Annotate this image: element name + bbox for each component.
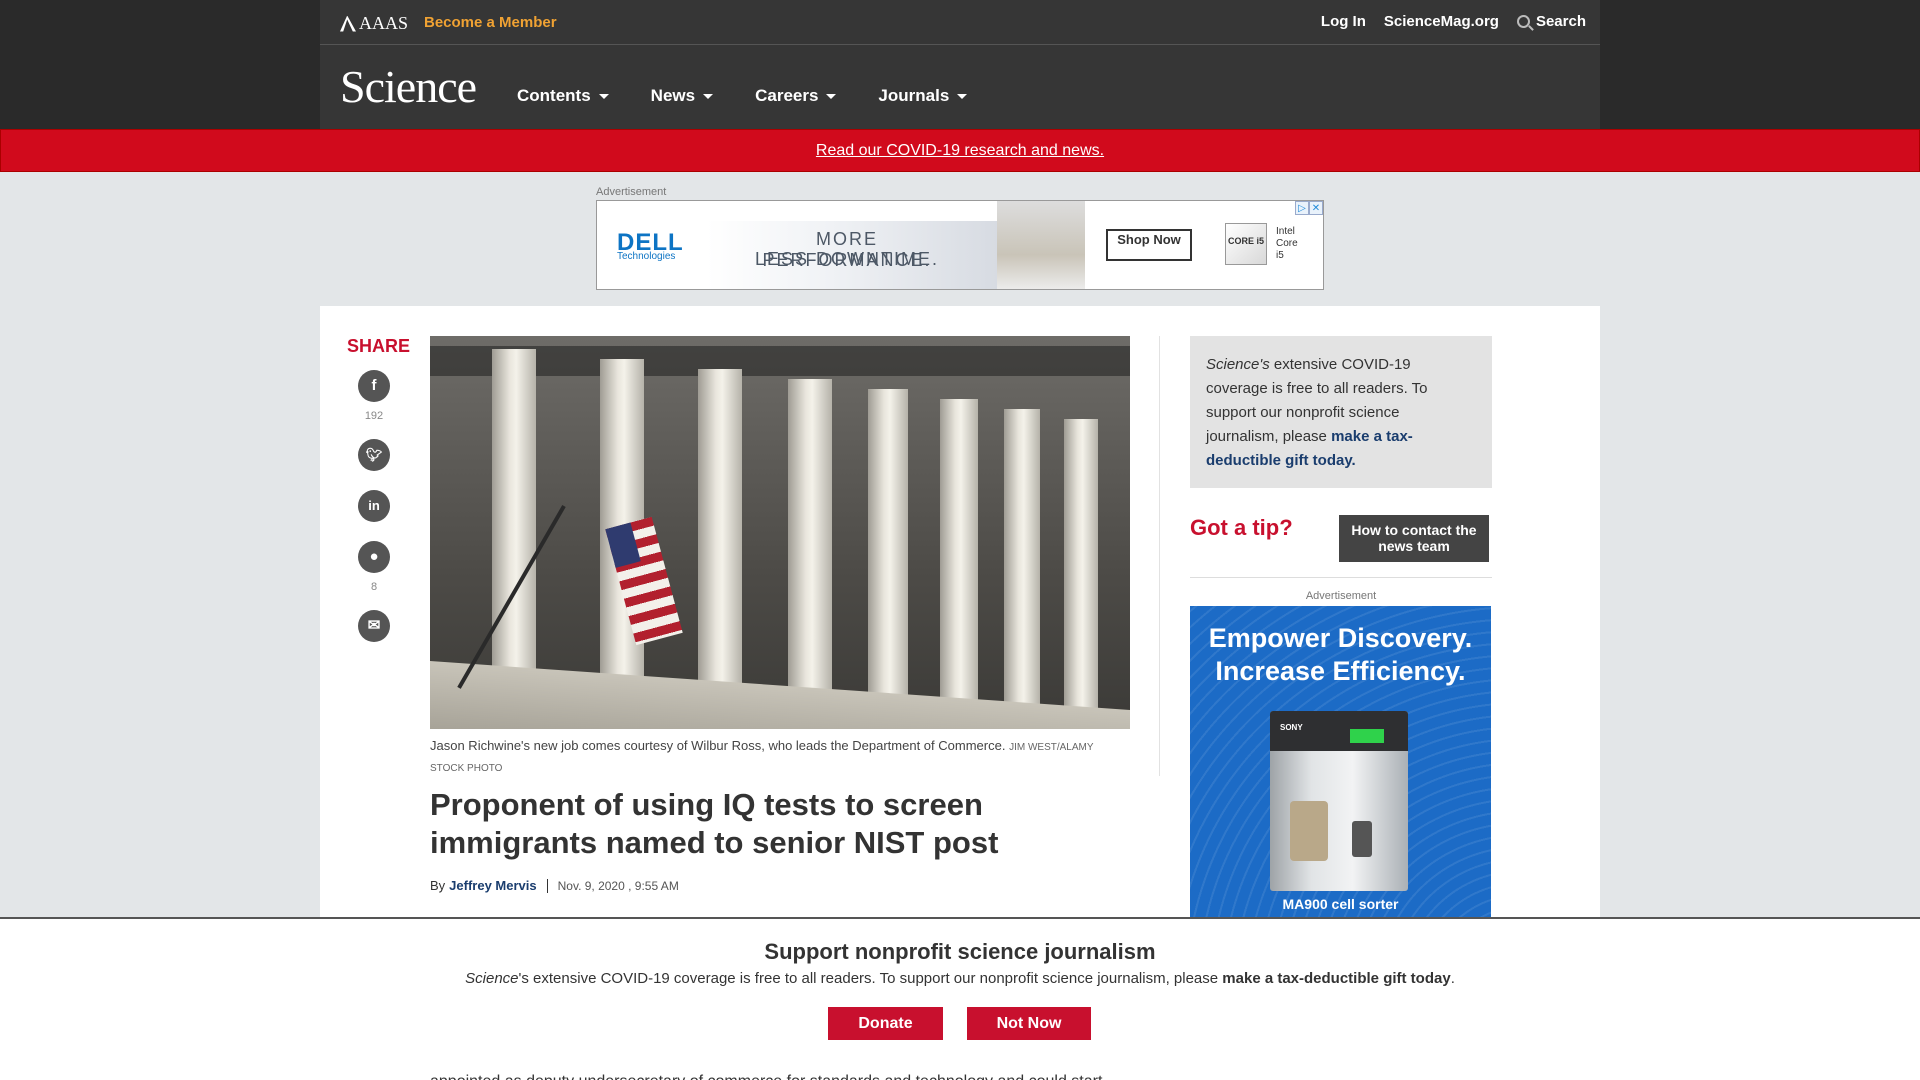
reddit-count: 8 [370, 581, 378, 593]
hero-column [1064, 419, 1098, 729]
ad-close-icon[interactable]: ✕ [1309, 201, 1323, 215]
sony-logo: SONY [1280, 723, 1303, 732]
ad-line-2: LESS DOWNTIME. [754, 249, 939, 269]
dell-sub: Technologies [617, 251, 676, 262]
shop-now-button[interactable]: Shop Now [1106, 229, 1192, 261]
ad-photo [997, 201, 1085, 289]
caption-text: Jason Richwine's new job comes courtesy … [430, 738, 1006, 753]
support-overlay: Support nonprofit science journalism Sci… [0, 917, 1920, 1080]
ad-choices[interactable]: ▷ ✕ [1295, 201, 1323, 215]
aaas-label: AAAS [359, 13, 409, 33]
author-link[interactable]: Jeffrey Mervis [449, 878, 536, 893]
caret-down-icon [598, 93, 609, 99]
main-nav: Contents News Careers Journals [517, 86, 1009, 106]
publish-date: Nov. 9, 2020 , 9:55 AM [557, 878, 679, 893]
nav-journals[interactable]: Journals [878, 86, 968, 106]
email-icon[interactable]: ✉ [358, 610, 390, 642]
device-screen [1350, 729, 1384, 743]
article-body-peek: appointed as deputy undersecretary of co… [430, 1071, 1130, 1080]
not-now-button[interactable]: Not Now [967, 1007, 1091, 1040]
got-a-tip: Got a tip? [1190, 515, 1293, 540]
nav-news[interactable]: News [650, 86, 714, 106]
byline-divider [546, 878, 548, 893]
covid-banner: Read our COVID-19 research and news. [0, 129, 1920, 172]
nav-careers[interactable]: Careers [755, 86, 837, 106]
share-title: SHARE [347, 336, 411, 356]
covid-support-box: Science's extensive COVID-19 coverage is… [1190, 336, 1492, 488]
science-italic: Science [465, 970, 519, 987]
facebook-icon[interactable]: f [358, 370, 390, 402]
caret-down-icon [826, 93, 837, 99]
support-period: . [1450, 970, 1455, 987]
login-link[interactable]: Log In [1321, 13, 1366, 30]
aaas-logo[interactable]: AAAS [340, 13, 408, 34]
hero-column [1004, 409, 1040, 729]
gift-link[interactable]: make a tax-deductible gift today [1222, 970, 1450, 987]
search-label: Search [1535, 13, 1586, 30]
contact-news-team-button[interactable]: How to contact the news team [1339, 515, 1489, 562]
top-advertisement[interactable]: DELL Technologies MORE PERFORMANCE. LESS… [596, 200, 1324, 290]
nav-label: Journals [878, 86, 950, 105]
support-message: Science's extensive COVID-19 coverage is… [0, 970, 1920, 987]
covid-link[interactable]: Read our COVID-19 research and news. [816, 142, 1104, 159]
ad-product: MA900 cell sorter [1282, 896, 1399, 912]
search-button[interactable]: Search [1516, 13, 1586, 30]
sidebar-divider [1190, 577, 1492, 578]
search-icon [1516, 15, 1530, 28]
caret-down-icon [957, 93, 968, 99]
nav-label: Careers [755, 86, 819, 105]
nav-label: News [650, 86, 696, 105]
hero-column [698, 369, 742, 729]
hero-image [430, 336, 1130, 729]
support-text: 's extensive COVID-19 coverage is free t… [518, 970, 1223, 987]
column-divider [1159, 336, 1160, 776]
top-header: AAAS Become a Member Log In ScienceMag.o… [0, 0, 1920, 129]
device-slot [1290, 801, 1328, 861]
become-member-link[interactable]: Become a Member [424, 14, 557, 31]
utility-bar: AAAS Become a Member Log In ScienceMag.o… [320, 0, 1600, 45]
header-inner: AAAS Become a Member Log In ScienceMag.o… [320, 0, 1600, 129]
byline-by: By [430, 878, 446, 893]
hero-column [868, 389, 908, 729]
ad-headline: Empower Discovery. Increase Efficiency. [1208, 623, 1473, 686]
device-slot [1352, 821, 1372, 857]
ad-info-icon[interactable]: ▷ [1295, 201, 1309, 215]
donate-button[interactable]: Donate [828, 1007, 943, 1040]
support-title: Support nonprofit science journalism [764, 939, 1156, 964]
caret-down-icon [703, 93, 714, 99]
linkedin-icon[interactable]: in [358, 490, 390, 522]
reddit-icon[interactable]: ● [358, 541, 390, 573]
cell-sorter-image: SONY [1270, 711, 1408, 891]
hero-column [940, 399, 978, 729]
ad-copy: MORE PERFORMANCE. LESS DOWNTIME. [707, 221, 997, 289]
aaas-mark-icon [340, 15, 356, 32]
sidebar-ad-label: Advertisement [1305, 590, 1377, 602]
hero-column [788, 379, 832, 729]
byline: By Jeffrey Mervis Nov. 9, 2020 , 9:55 AM [430, 878, 679, 893]
device-top: SONY [1270, 711, 1408, 751]
science-logo[interactable]: Science [340, 60, 477, 113]
intel-badge: CORE i5 [1225, 223, 1267, 265]
science-italic: Science's [1206, 356, 1270, 373]
twitter-icon[interactable]: 🐦︎ [358, 439, 390, 471]
ad-label: Advertisement [596, 186, 667, 198]
facebook-count: 192 [364, 410, 384, 422]
article-headline: Proponent of using IQ tests to screen im… [430, 787, 999, 860]
nav-contents[interactable]: Contents [517, 86, 609, 106]
nav-label: Contents [517, 86, 591, 105]
intel-text: Intel Core i5 [1276, 226, 1298, 261]
image-caption: Jason Richwine's new job comes courtesy … [430, 736, 1130, 778]
sciencemag-link[interactable]: ScienceMag.org [1384, 13, 1499, 30]
utility-right: Log In ScienceMag.org Search [1321, 13, 1586, 30]
